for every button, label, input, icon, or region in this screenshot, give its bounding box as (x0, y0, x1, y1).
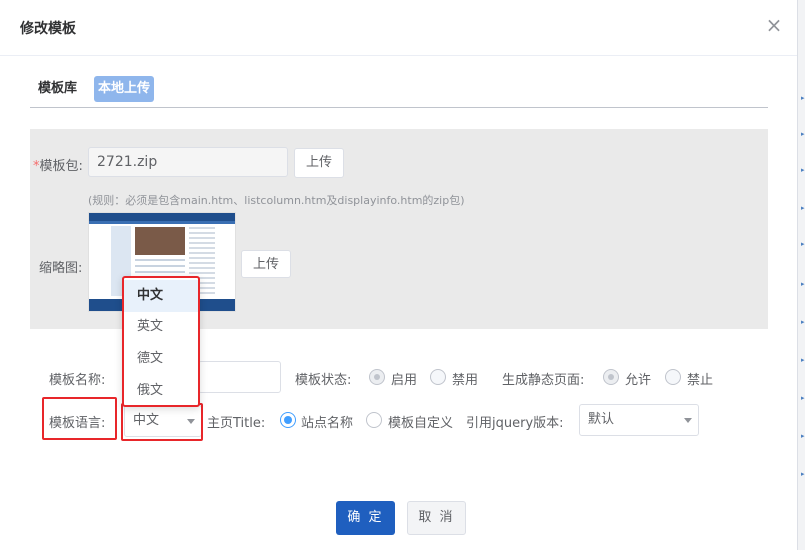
jquery-version-value: 默认 (588, 412, 615, 427)
static-allow-label: 允许 (625, 373, 652, 388)
thumbnail-upload-button[interactable]: 上传 (241, 250, 291, 278)
status-enable-radio[interactable] (369, 369, 385, 385)
language-option-chinese[interactable]: 中文 (124, 280, 198, 312)
static-deny-label: 禁止 (687, 373, 714, 388)
thumb-header (89, 213, 235, 221)
static-page-label: 生成静态页面: (502, 373, 585, 388)
package-label: *模板包: (33, 155, 83, 174)
edit-template-dialog: 修改模板 × 模板库 本地上传 *模板包: 2721.zip 上传 (规则：必须… (0, 0, 797, 550)
template-name-input[interactable] (198, 361, 281, 393)
package-file-input[interactable]: 2721.zip (88, 147, 288, 177)
title-site-name-label: 站点名称 (301, 416, 354, 431)
template-name-label: 模板名称: (49, 373, 106, 388)
background-marker-icon: ▸ (801, 130, 805, 138)
thumb-photo (135, 227, 185, 255)
dialog-title: 修改模板 (20, 21, 76, 37)
package-upload-button[interactable]: 上传 (294, 148, 344, 178)
thumbnail-label: 缩略图: (39, 261, 83, 276)
title-divider (0, 55, 797, 56)
confirm-button[interactable]: 确 定 (336, 501, 395, 535)
static-allow-radio[interactable] (603, 369, 619, 385)
template-status-label: 模板状态: (295, 373, 352, 388)
tab-local-upload[interactable]: 本地上传 (94, 76, 154, 102)
title-custom-label: 模板自定义 (388, 416, 454, 431)
background-marker-icon: ▸ (801, 204, 805, 212)
close-icon[interactable]: × (764, 15, 784, 35)
jquery-version-select[interactable]: 默认 (579, 404, 699, 436)
static-deny-radio[interactable] (665, 369, 681, 385)
package-label-text: 模板包: (39, 159, 83, 174)
cancel-button[interactable]: 取 消 (407, 501, 466, 535)
background-page-strip: ▸ ▸ ▸ ▸ ▸ ▸ ▸ ▸ ▸ ▸ ▸ (797, 0, 805, 550)
background-marker-icon: ▸ (801, 394, 805, 402)
tab-template-library[interactable]: 模板库 (38, 76, 77, 102)
homepage-title-label: 主页Title: (207, 416, 266, 431)
status-disable-radio[interactable] (430, 369, 446, 385)
package-rule-hint: (规则：必须是包含main.htm、listcolumn.htm及display… (88, 194, 465, 207)
title-site-name-radio[interactable] (280, 412, 296, 428)
language-select-highlight (121, 403, 203, 441)
background-marker-icon: ▸ (801, 318, 805, 326)
language-option-russian[interactable]: 俄文 (124, 375, 198, 407)
tab-divider (30, 107, 768, 108)
language-dropdown-menu: 中文 英文 德文 俄文 (122, 276, 200, 407)
status-disable-label: 禁用 (452, 373, 479, 388)
chevron-down-icon (684, 418, 692, 423)
jquery-version-label: 引用jquery版本: (466, 416, 564, 431)
background-marker-icon: ▸ (801, 94, 805, 102)
template-language-label: 模板语言: (49, 416, 106, 431)
language-option-english[interactable]: 英文 (124, 311, 198, 343)
background-marker-icon: ▸ (801, 166, 805, 174)
background-marker-icon: ▸ (801, 356, 805, 364)
title-custom-radio[interactable] (366, 412, 382, 428)
background-marker-icon: ▸ (801, 280, 805, 288)
status-enable-label: 启用 (391, 373, 418, 388)
thumb-nav (89, 221, 235, 224)
background-marker-icon: ▸ (801, 240, 805, 248)
background-marker-icon: ▸ (801, 432, 805, 440)
language-option-german[interactable]: 德文 (124, 343, 198, 375)
background-marker-icon: ▸ (801, 470, 805, 478)
page: ▸ ▸ ▸ ▸ ▸ ▸ ▸ ▸ ▸ ▸ ▸ 修改模板 × 模板库 本地上传 *模… (0, 0, 805, 550)
